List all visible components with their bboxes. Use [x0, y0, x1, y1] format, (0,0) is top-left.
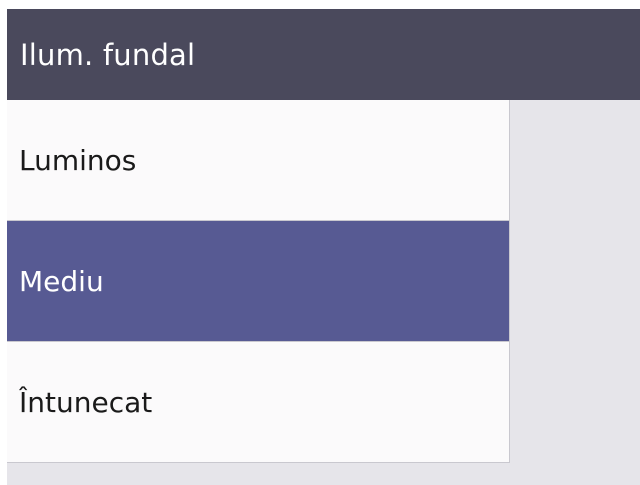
screen-title-bar: Ilum. fundal: [7, 9, 640, 100]
option-luminos[interactable]: Luminos: [7, 100, 509, 220]
option-label: Întunecat: [19, 385, 153, 419]
screen-title: Ilum. fundal: [20, 37, 196, 72]
option-label: Luminos: [19, 143, 137, 177]
options-list: Luminos Mediu Întunecat: [7, 100, 510, 463]
option-mediu-selected[interactable]: Mediu: [7, 221, 509, 341]
option-label: Mediu: [19, 264, 104, 298]
lcd-screen: Ilum. fundal Luminos Mediu Întunecat: [7, 9, 640, 485]
option-intunecat[interactable]: Întunecat: [7, 342, 509, 462]
